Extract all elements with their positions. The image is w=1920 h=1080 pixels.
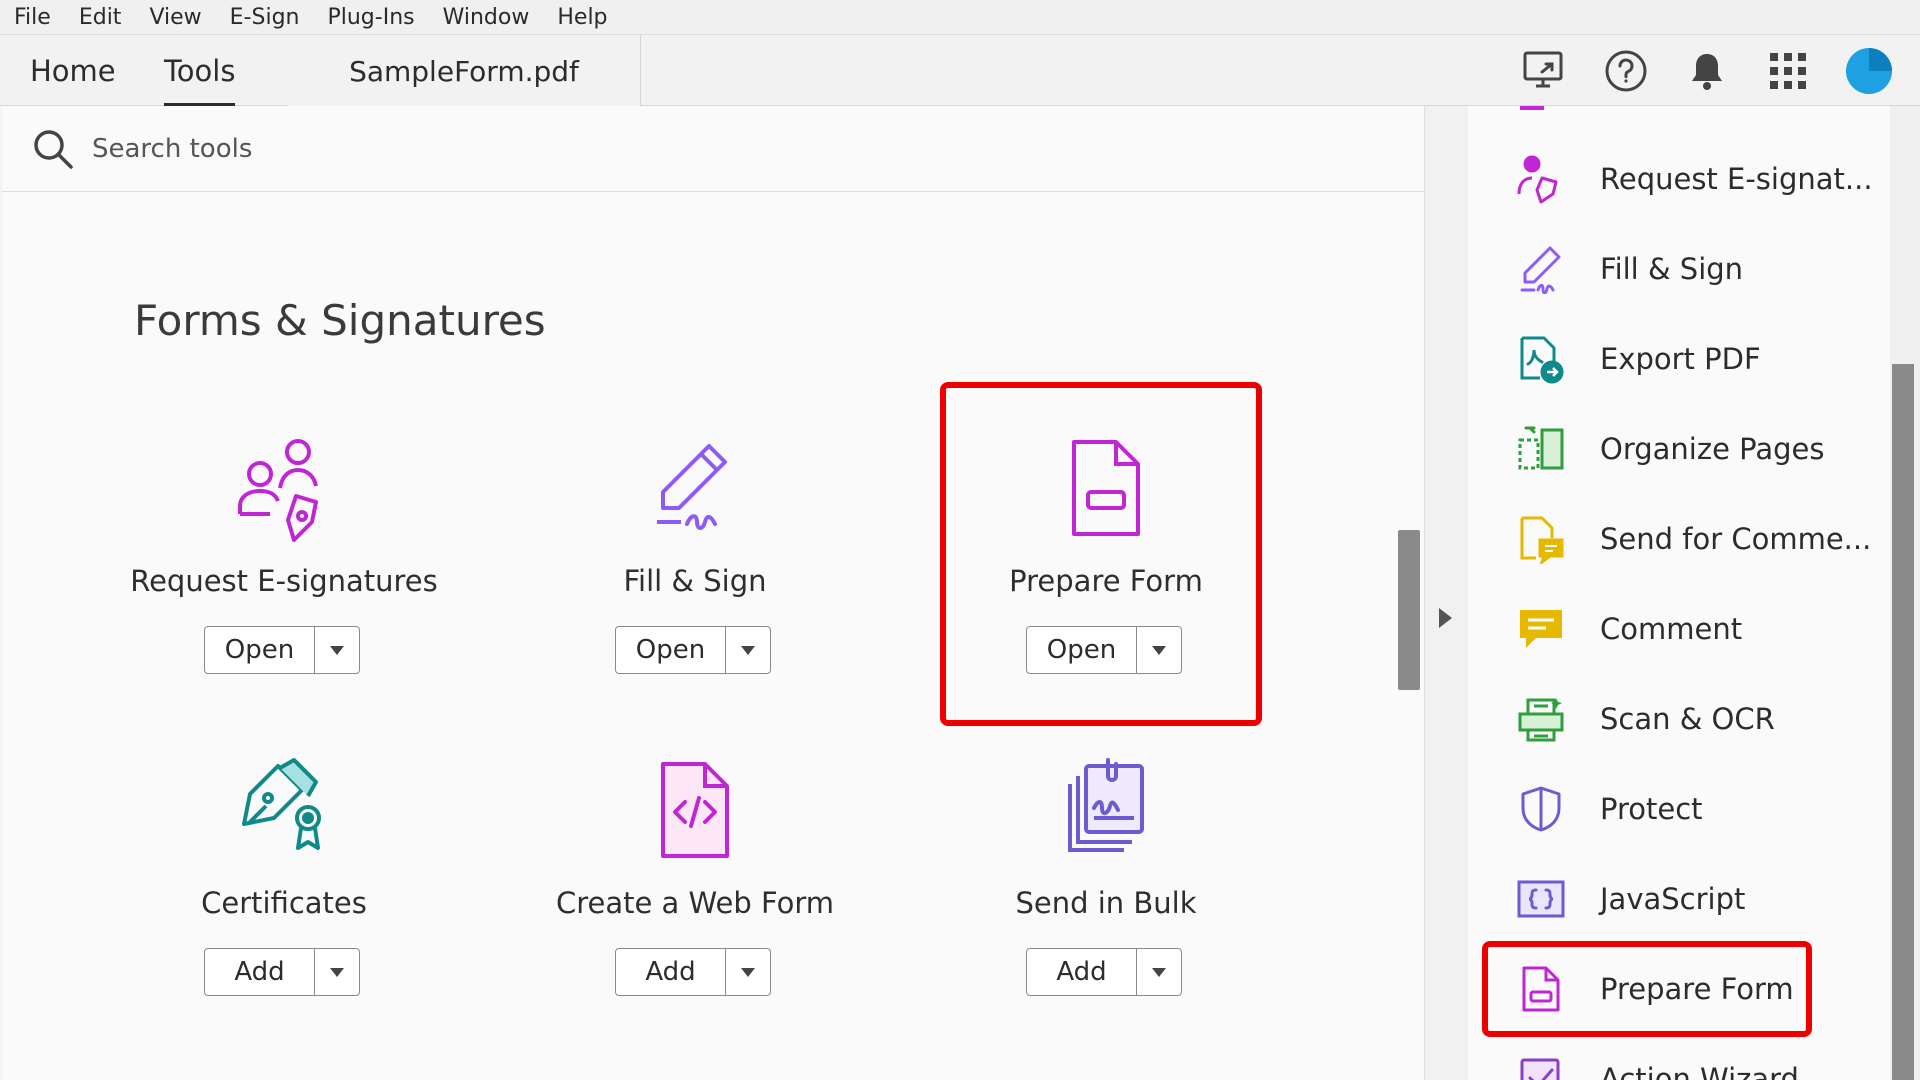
right-item-fill-sign[interactable]: Fill & Sign bbox=[1516, 241, 1743, 297]
certificates-icon bbox=[242, 758, 321, 850]
tool-open-split-button: Open bbox=[615, 626, 771, 674]
organize-pages-icon bbox=[1518, 426, 1564, 470]
add-button[interactable]: Add bbox=[616, 949, 726, 995]
tool-name: Send in Bulk bbox=[1015, 886, 1197, 920]
open-button[interactable]: Open bbox=[205, 627, 315, 673]
right-item-request-esignatures[interactable]: Request E-signat... bbox=[1516, 151, 1873, 207]
partial-item-icon bbox=[1520, 106, 1544, 110]
right-item-action-wizard[interactable]: Action Wizard bbox=[1516, 1051, 1799, 1080]
right-item-protect[interactable]: Protect bbox=[1516, 781, 1703, 837]
tools-scrollbar-thumb[interactable] bbox=[1398, 530, 1420, 690]
menu-view[interactable]: View bbox=[149, 5, 201, 30]
apps-grid-icon[interactable] bbox=[1763, 46, 1813, 96]
right-item-export-pdf[interactable]: Export PDF bbox=[1516, 331, 1761, 387]
right-pane-scrollbar-thumb[interactable] bbox=[1892, 364, 1914, 1080]
add-button[interactable]: Add bbox=[205, 949, 315, 995]
tool-add-split-button: Add bbox=[615, 948, 771, 996]
tab-separator bbox=[640, 35, 641, 107]
menu-plugins[interactable]: Plug-Ins bbox=[327, 5, 414, 30]
menu-help[interactable]: Help bbox=[557, 5, 607, 30]
search-bar bbox=[2, 106, 1424, 192]
help-icon[interactable] bbox=[1601, 46, 1651, 96]
tool-add-split-button: Add bbox=[1026, 948, 1182, 996]
right-item-javascript[interactable]: JavaScript bbox=[1516, 871, 1745, 927]
right-item-organize-pages[interactable]: Organize Pages bbox=[1516, 421, 1824, 477]
fill-sign-icon bbox=[657, 444, 727, 530]
bell-icon[interactable] bbox=[1682, 46, 1732, 96]
right-tools-pane: Request E-signat... Fill & Sign Export P… bbox=[1468, 106, 1890, 1080]
add-button[interactable]: Add bbox=[1027, 949, 1137, 995]
protect-icon bbox=[1521, 786, 1561, 832]
dropdown-arrow-icon[interactable] bbox=[726, 949, 770, 995]
comment-icon bbox=[1520, 610, 1562, 648]
right-item-send-for-comment[interactable]: Send for Comme... bbox=[1516, 511, 1871, 567]
search-icon bbox=[34, 129, 73, 169]
dropdown-arrow-icon[interactable] bbox=[1137, 949, 1181, 995]
export-pdf-icon bbox=[1520, 336, 1564, 384]
panel-divider bbox=[1424, 106, 1468, 1080]
dropdown-arrow-icon[interactable] bbox=[315, 627, 359, 673]
send-for-comment-icon bbox=[1520, 516, 1564, 564]
request-esignatures-icon bbox=[1517, 155, 1558, 204]
search-input[interactable] bbox=[92, 133, 692, 164]
highlight-box-prepare-form-item bbox=[1482, 941, 1812, 1037]
dropdown-arrow-icon[interactable] bbox=[726, 627, 770, 673]
section-title: Forms & Signatures bbox=[134, 296, 546, 345]
tool-name: Create a Web Form bbox=[555, 886, 835, 920]
tab-document[interactable]: SampleForm.pdf bbox=[288, 35, 640, 107]
menu-edit[interactable]: Edit bbox=[79, 5, 122, 30]
menu-bar: File Edit View E-Sign Plug-Ins Window He… bbox=[0, 0, 1920, 34]
tab-bar: Home Tools SampleForm.pdf bbox=[0, 34, 1920, 107]
right-item-scan-ocr[interactable]: Scan & OCR bbox=[1516, 691, 1775, 747]
send-bulk-icon bbox=[1068, 758, 1144, 852]
tool-add-split-button: Add bbox=[204, 948, 360, 996]
collapse-panel-icon[interactable] bbox=[1437, 608, 1453, 632]
web-form-icon bbox=[661, 762, 729, 858]
menu-file[interactable]: File bbox=[14, 5, 51, 30]
tools-panel: Forms & Signatures Request E-signatures … bbox=[2, 106, 1424, 1080]
tool-name: Fill & Sign bbox=[623, 564, 767, 598]
menu-window[interactable]: Window bbox=[443, 5, 530, 30]
tool-name: Request E-signatures bbox=[130, 564, 438, 598]
right-item-comment[interactable]: Comment bbox=[1516, 601, 1742, 657]
action-wizard-icon bbox=[1520, 1058, 1560, 1080]
header-icons bbox=[1489, 35, 1894, 107]
javascript-icon bbox=[1517, 880, 1565, 918]
share-screen-icon[interactable] bbox=[1520, 46, 1570, 96]
highlight-box-prepare-form-card bbox=[940, 382, 1262, 726]
menu-esign[interactable]: E-Sign bbox=[230, 5, 300, 30]
fill-sign-icon bbox=[1520, 246, 1561, 294]
tool-name: Certificates bbox=[201, 886, 367, 920]
tool-open-split-button: Open bbox=[204, 626, 360, 674]
open-button[interactable]: Open bbox=[616, 627, 726, 673]
tab-home[interactable]: Home bbox=[30, 35, 116, 107]
scan-ocr-icon bbox=[1518, 698, 1564, 742]
tab-tools[interactable]: Tools bbox=[164, 35, 236, 107]
request-esignatures-icon bbox=[238, 439, 318, 542]
dropdown-arrow-icon[interactable] bbox=[315, 949, 359, 995]
user-avatar[interactable] bbox=[1844, 46, 1894, 96]
